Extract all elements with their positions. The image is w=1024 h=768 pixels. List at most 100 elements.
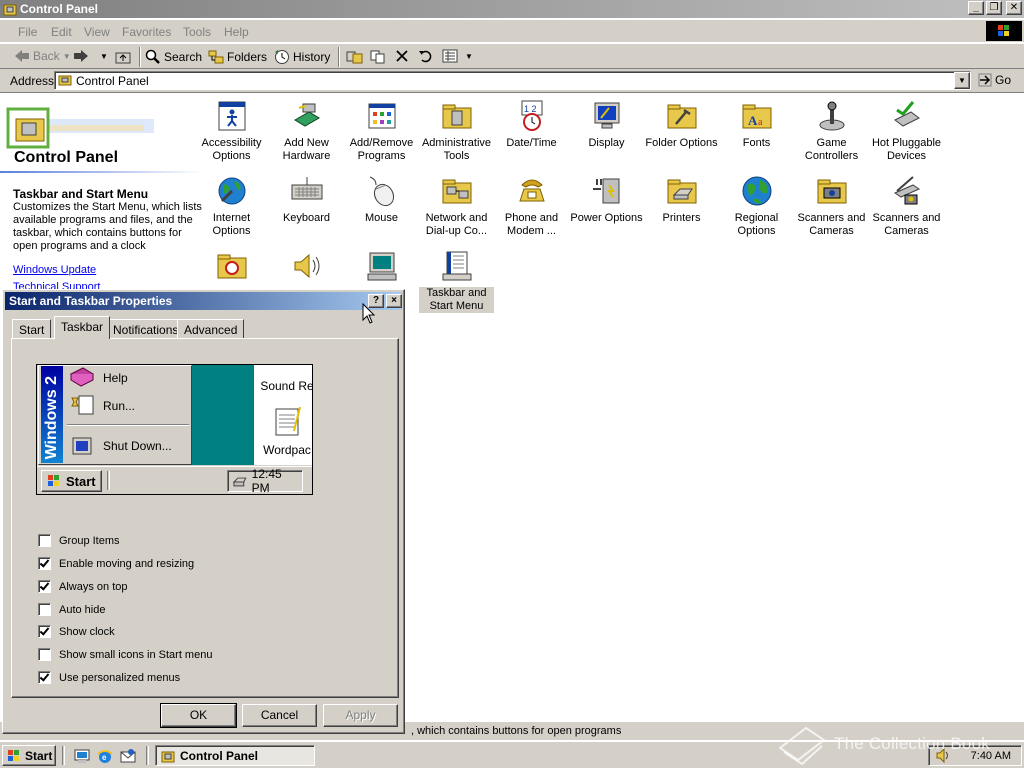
icon-display[interactable]: Display: [569, 100, 644, 150]
address-dropdown-button[interactable]: ▼: [954, 72, 970, 89]
icon-internet-options[interactable]: Internet Options: [194, 175, 269, 238]
search-button[interactable]: Search: [145, 49, 202, 65]
menu-help[interactable]: Help: [224, 25, 249, 39]
checkbox-enable-moving-resizing[interactable]: Enable moving and resizing: [38, 557, 194, 570]
forward-button[interactable]: ▼: [73, 49, 108, 63]
address-input[interactable]: Control Panel ▼: [54, 71, 971, 90]
checkbox-box[interactable]: [38, 625, 51, 638]
go-button[interactable]: Go: [978, 73, 1011, 87]
checkbox-show-clock[interactable]: Show clock: [38, 625, 115, 638]
menu-tools[interactable]: Tools: [183, 25, 211, 39]
show-desktop-icon[interactable]: [74, 748, 90, 764]
checkbox-box[interactable]: [38, 534, 51, 547]
icon-regional-options[interactable]: Regional Options: [719, 175, 794, 238]
icon-hot-pluggable-devices[interactable]: Hot Pluggable Devices: [869, 100, 944, 163]
icon-scanners-cameras[interactable]: Scanners and Cameras: [794, 175, 869, 238]
printer-icon: [232, 477, 247, 487]
watermark-text: The Collection Book: [834, 734, 990, 753]
window-title-bar[interactable]: Control Panel _ ❐ ✕: [0, 0, 1024, 18]
run-icon: [71, 395, 94, 415]
dialog-close-button[interactable]: ×: [386, 294, 402, 308]
checkbox-always-on-top[interactable]: Always on top: [38, 580, 127, 593]
delete-button[interactable]: [395, 49, 409, 63]
toolbar: Back ▼ ▼ Search Folders History ▼: [0, 43, 1024, 69]
preview-tray: 12:45 PM: [227, 467, 303, 494]
preview-menu-run: Run...: [69, 394, 135, 418]
menu-bar: File Edit View Favorites Tools Help: [0, 20, 1024, 42]
tab-taskbar[interactable]: Taskbar: [54, 316, 111, 339]
icon-administrative-tools[interactable]: Administrative Tools: [419, 100, 494, 163]
preview-desktop-icon-sound: Sound Re: [260, 379, 313, 393]
internet-explorer-icon[interactable]: e: [97, 748, 113, 764]
checkbox-auto-hide[interactable]: Auto hide: [38, 603, 105, 616]
icon-taskbar-start-menu[interactable]: Taskbar and Start Menu: [419, 250, 494, 313]
up-folder-button[interactable]: [114, 49, 132, 65]
taskbar-button-control-panel[interactable]: Control Panel: [155, 745, 315, 766]
close-button[interactable]: ✕: [1006, 1, 1022, 15]
checkbox-box[interactable]: [38, 580, 51, 593]
forward-arrow-icon: [74, 50, 88, 62]
folders-button[interactable]: Folders: [208, 49, 267, 65]
move-to-button[interactable]: [346, 49, 364, 65]
copy-to-button[interactable]: [370, 49, 388, 65]
preview-desktop-icon-wordpad: Wordpac: [263, 443, 311, 457]
undo-icon: [419, 50, 432, 63]
outlook-express-icon[interactable]: [120, 748, 136, 764]
window-title: Control Panel: [20, 2, 99, 16]
icon-game-controllers[interactable]: Game Controllers: [794, 100, 869, 163]
icon-accessibility-options[interactable]: Accessibility Options: [194, 100, 269, 163]
back-arrow-icon: [15, 50, 29, 62]
icon-folder-options[interactable]: Folder Options: [644, 100, 719, 150]
date-time-icon: 1 2: [521, 100, 542, 131]
menu-view[interactable]: View: [84, 25, 110, 39]
dialog-title-bar[interactable]: Start and Taskbar Properties ? ×: [5, 292, 402, 310]
icon-system[interactable]: [344, 250, 419, 287]
history-label: History: [293, 50, 331, 64]
icon-scheduled-tasks[interactable]: [194, 250, 269, 287]
menu-edit[interactable]: Edit: [51, 25, 72, 39]
checkbox-box[interactable]: [38, 648, 51, 661]
address-value: Control Panel: [76, 74, 149, 88]
tab-notifications[interactable]: Notifications: [106, 319, 186, 339]
history-button[interactable]: History: [274, 49, 330, 65]
checkbox-box[interactable]: [38, 603, 51, 616]
windows-update-link[interactable]: Windows Update: [13, 264, 96, 276]
add-hardware-icon: [293, 103, 320, 127]
shutdown-icon: [72, 437, 92, 455]
icon-add-remove-programs[interactable]: Add/Remove Programs: [344, 100, 419, 163]
checkbox-show-small-icons[interactable]: Show small icons in Start menu: [38, 648, 212, 661]
selected-item-description: Customizes the Start Menu, which lists a…: [13, 201, 202, 252]
icon-mouse[interactable]: Mouse: [344, 175, 419, 225]
tab-start[interactable]: Start: [12, 319, 52, 339]
icon-date-time[interactable]: 1 2 Date/Time: [494, 100, 569, 150]
start-button[interactable]: Start: [2, 745, 56, 766]
control-panel-icon: [161, 751, 175, 762]
views-button[interactable]: ▼: [442, 49, 473, 63]
icon-add-new-hardware[interactable]: Add New Hardware: [269, 100, 344, 163]
minimize-button[interactable]: _: [968, 1, 984, 15]
undo-button[interactable]: [418, 49, 434, 63]
tab-advanced[interactable]: Advanced: [177, 319, 245, 339]
back-button[interactable]: Back ▼: [14, 49, 71, 63]
taskbar-preview: Sound Re Wordpac Windows 2 Help Run... S…: [36, 364, 313, 495]
menu-favorites[interactable]: Favorites: [122, 25, 171, 39]
icon-fonts[interactable]: Aa Fonts: [719, 100, 794, 150]
checkbox-box[interactable]: [38, 671, 51, 684]
icon-phone-modem[interactable]: Phone and Modem ...: [494, 175, 569, 238]
icon-keyboard[interactable]: Keyboard: [269, 175, 344, 225]
help-book-icon: [69, 367, 95, 387]
panel-header-title: Control Panel: [14, 149, 119, 166]
checkbox-use-personalized-menus[interactable]: Use personalized menus: [38, 671, 180, 684]
restore-button[interactable]: ❐: [986, 1, 1002, 15]
icon-scanners-cameras-2[interactable]: Scanners and Cameras: [869, 175, 944, 238]
icon-sounds[interactable]: [269, 250, 344, 287]
apply-button[interactable]: Apply: [323, 704, 398, 727]
icon-power-options[interactable]: Power Options: [569, 175, 644, 225]
ok-button[interactable]: OK: [160, 703, 237, 728]
icon-printers[interactable]: Printers: [644, 175, 719, 225]
checkbox-box[interactable]: [38, 557, 51, 570]
icon-network-dialup[interactable]: Network and Dial-up Co...: [419, 175, 494, 238]
checkbox-group-items[interactable]: Group Items: [38, 534, 120, 547]
menu-file[interactable]: File: [18, 25, 37, 39]
cancel-button[interactable]: Cancel: [242, 704, 317, 727]
